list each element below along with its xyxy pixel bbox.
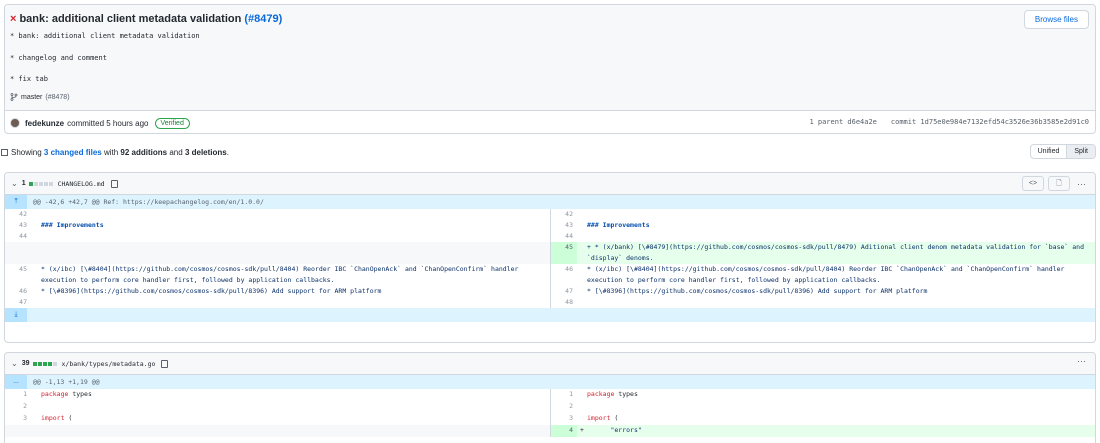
file-name[interactable]: x/bank/types/metadata.go (62, 360, 156, 368)
diff-row-added: 45 + * (x/bank) [\#8479](https://github.c… (551, 242, 1095, 264)
commit-label: commit (890, 118, 917, 126)
additions-count: 92 additions (120, 147, 168, 157)
diff-summary-bar: Showing 3 changed files with 92 addition… (0, 142, 1100, 162)
diff-row: 46 * [\#8396](https://github.com/cosmos/c… (19, 287, 382, 295)
change-count: 1 (21, 180, 26, 187)
diff-row: 45 * (x/ibc) [\#8404](https://github.com/… (19, 265, 519, 284)
diff-view-toggle: Unified Split (1029, 144, 1096, 159)
kebab-icon[interactable]: ··· (1074, 356, 1089, 366)
file-header: ⌄ 1 CHANGELOG.md <> 🗋 ··· (5, 173, 1095, 195)
commit-message-line: * fix tab (10, 75, 48, 83)
summary-prefix: Showing (11, 147, 42, 157)
branch-pr-link[interactable]: (#8478) (45, 94, 69, 101)
summary-with: with (103, 147, 119, 157)
hunk-header: ⤒ @@ -42,6 +42,7 @@ Ref: https://keepach… (5, 195, 1095, 209)
diff-row: 42 (565, 210, 573, 218)
status-failed-icon[interactable]: × (10, 13, 16, 25)
hunk-text: @@ -1,13 +1,19 @@ (33, 378, 100, 386)
expand-down-icon[interactable]: ⤓ (5, 308, 27, 322)
summary-and: and (169, 147, 183, 157)
kebab-icon[interactable]: ··· (1074, 179, 1089, 189)
commit-meta: fedekunze committed 5 hours ago Verified… (5, 111, 1095, 133)
diff-row: 42 (19, 210, 27, 218)
diff-left-side: 1 package types 2 3 import ( (5, 389, 550, 437)
commit-title-text: bank: additional client metadata validat… (19, 13, 242, 25)
diff-row: 3 import ( (23, 414, 73, 422)
diffstat-bars (32, 361, 57, 366)
commit-header: × bank: additional client metadata valida… (5, 5, 1095, 111)
diff-row: 2 (569, 402, 573, 410)
commit-message-line: * bank: additional client metadata valid… (10, 32, 200, 40)
diff-row: 43 ### Improvements (565, 221, 650, 229)
pr-link[interactable]: (#8479) (244, 13, 282, 25)
diff-row: 3 import ( (569, 414, 619, 422)
split-button[interactable]: Split (1066, 145, 1095, 158)
expand-up-icon[interactable]: ⤒ (5, 195, 27, 209)
parent-label: 1 parent (809, 118, 844, 126)
expand-all-icon[interactable]: ... (5, 375, 27, 389)
diffstat-bars (28, 181, 53, 186)
parent-hash-link[interactable]: d6e4a2e (847, 118, 877, 126)
deletions-count: 3 deletions (184, 147, 227, 157)
diff-row: 43 ### Improvements (19, 221, 104, 229)
file-header: ⌄ 39 x/bank/types/metadata.go ··· (5, 353, 1095, 375)
rich-diff-button[interactable]: 🗋 (1048, 176, 1070, 191)
code-view-button[interactable]: <> (1022, 176, 1044, 191)
commit-message-line: * changelog and comment (10, 54, 107, 62)
diff-row: 47 * [\#8396](https://github.com/cosmos/c… (565, 287, 928, 295)
commit-refs: 1 parent d6e4a2e commit 1d75e0e984e7132e… (809, 118, 1089, 126)
diff-row: 1 package types (569, 390, 638, 398)
file-tree-icon[interactable] (1, 148, 8, 156)
chevron-down-icon[interactable]: ⌄ (11, 179, 18, 188)
hunk-footer: ⤓ (5, 308, 1095, 322)
commit-title: × bank: additional client metadata valida… (10, 13, 282, 25)
avatar[interactable] (10, 118, 20, 128)
diff-left-side: 42 43 ### Improvements 44 45 * (x/ibc) [\#… (5, 209, 550, 308)
unified-button[interactable]: Unified (1031, 145, 1067, 158)
diff-row: 44 (565, 232, 573, 240)
diff-right-side: 1 package types 2 3 import ( 4 + "errors" (550, 389, 1095, 437)
branch-name[interactable]: master (21, 94, 42, 101)
diff-row-added: 4 + "errors" (551, 425, 1095, 437)
diff-row: 1 package types (23, 390, 92, 398)
diff-row: 46 * (x/ibc) [\#8404](https://github.com/… (565, 265, 1065, 284)
file-diff-changelog: ⌄ 1 CHANGELOG.md <> 🗋 ··· ⤒ @@ -42,6 +42… (4, 172, 1096, 343)
file-name[interactable]: CHANGELOG.md (58, 180, 105, 188)
diff-right-side: 42 43 ### Improvements 44 45 + * (x/bank) … (550, 209, 1095, 308)
changed-files-link[interactable]: 3 changed files (44, 148, 102, 157)
diff-row: 48 (565, 298, 573, 306)
git-branch-icon (10, 93, 18, 101)
diff-row-empty (5, 425, 550, 437)
change-count: 39 (21, 360, 30, 367)
commit-time: committed 5 hours ago (67, 118, 149, 128)
commit-hash: 1d75e0e984e7132efd54c3526e36b3585e2d91c0 (920, 118, 1089, 126)
diff-row: 44 (19, 232, 27, 240)
copy-icon[interactable] (161, 359, 169, 368)
file-diff-metadata: ⌄ 39 x/bank/types/metadata.go ··· ... @@… (4, 352, 1096, 443)
hunk-header: ... @@ -1,13 +1,19 @@ (5, 375, 1095, 389)
copy-icon[interactable] (110, 179, 118, 188)
verified-badge[interactable]: Verified (154, 117, 190, 129)
chevron-down-icon[interactable]: ⌄ (11, 359, 18, 368)
author-link[interactable]: fedekunze (25, 119, 64, 128)
branch-info: master (#8478) (10, 93, 70, 101)
diff-row: 47 (19, 298, 27, 306)
diff-row: 2 (23, 402, 27, 410)
hunk-text: @@ -42,6 +42,7 @@ Ref: https://keepachan… (33, 198, 264, 206)
browse-files-button[interactable]: Browse files (1023, 10, 1089, 29)
diff-row-empty (5, 242, 550, 264)
commit-box: × bank: additional client metadata valida… (4, 4, 1096, 134)
